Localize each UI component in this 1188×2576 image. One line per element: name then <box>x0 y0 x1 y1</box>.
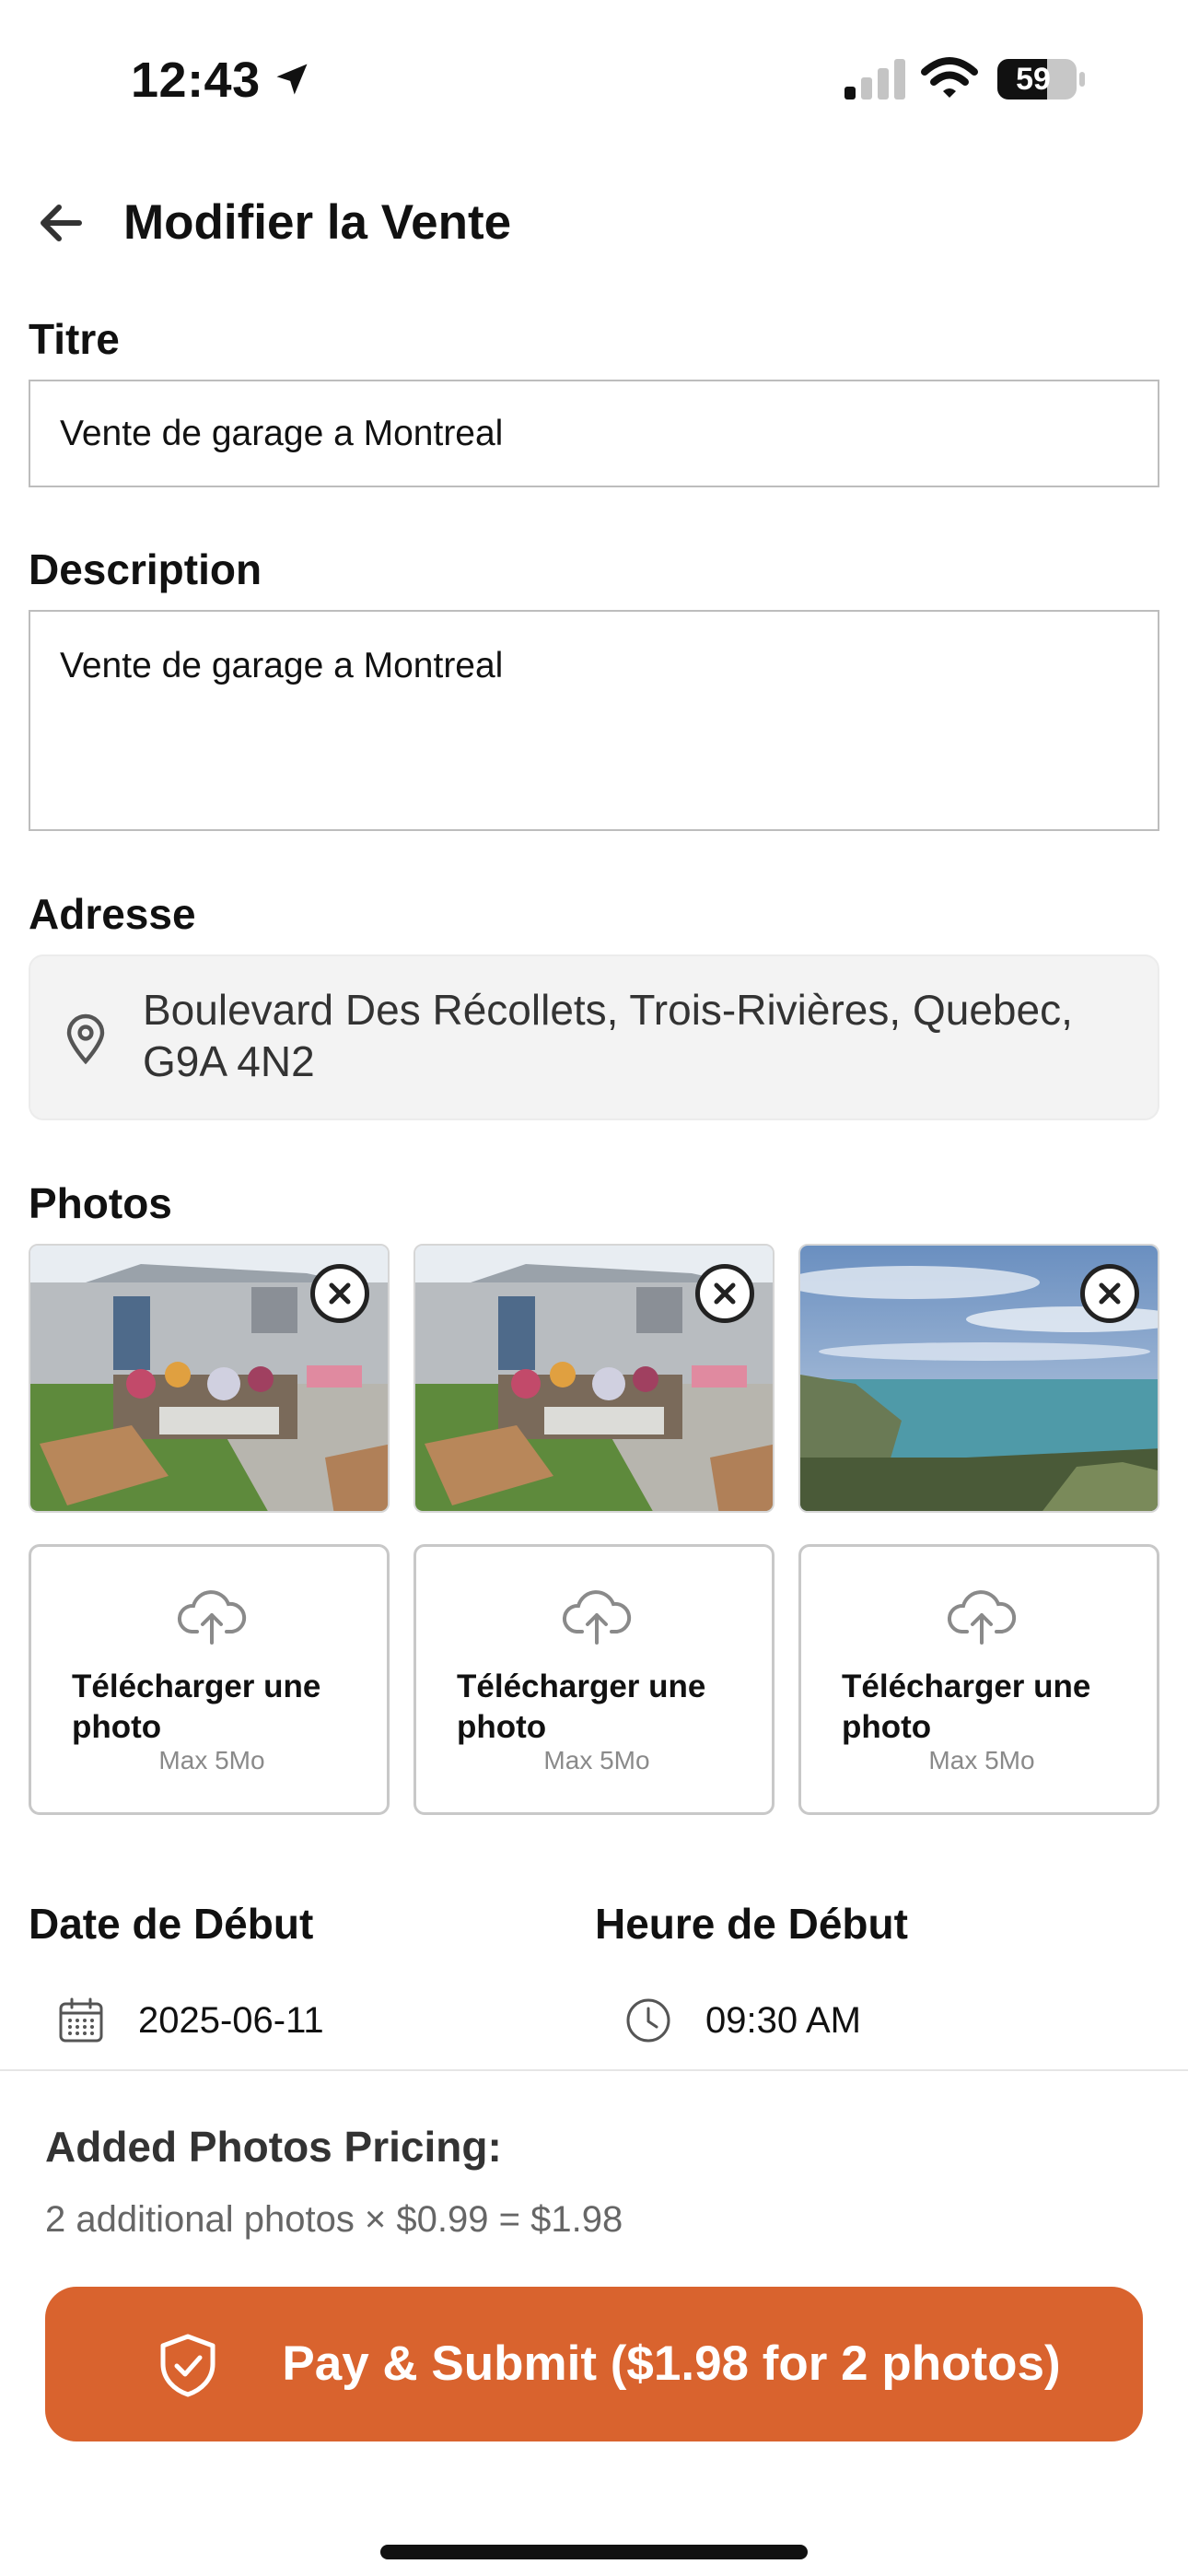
status-bar: 12:43 59 <box>0 0 1188 157</box>
description-textarea[interactable]: Vente de garage a Montreal <box>29 610 1159 831</box>
upload-max-size: Max 5Mo <box>928 1746 1035 1774</box>
title-input[interactable]: Vente de garage a Montreal <box>29 380 1159 487</box>
address-label: Adresse <box>29 890 196 938</box>
edit-sale-screen: 12:43 59 Modifier la Vente Titre Vente d… <box>0 0 1188 2576</box>
address-field[interactable]: Boulevard Des Récollets, Trois-Rivières,… <box>29 954 1159 1120</box>
pay-submit-button[interactable]: Pay & Submit ($1.98 for 2 photos) <box>45 2287 1143 2441</box>
close-icon <box>329 1282 351 1305</box>
close-icon <box>714 1282 736 1305</box>
remove-photo-button[interactable] <box>695 1264 754 1323</box>
pricing-detail: 2 additional photos × $0.99 = $1.98 <box>45 2199 623 2240</box>
home-indicator <box>380 2545 808 2559</box>
cloud-upload-icon <box>177 1590 247 1645</box>
map-pin-icon <box>66 1013 105 1065</box>
upload-max-size: Max 5Mo <box>158 1746 265 1774</box>
photos-label: Photos <box>29 1179 172 1227</box>
start-date-label: Date de Début <box>29 1900 314 1948</box>
shield-check-icon <box>160 2334 215 2397</box>
upload-photo-button[interactable]: Télécharger une photo Max 5Mo <box>29 1544 390 1815</box>
remove-photo-button[interactable] <box>310 1264 369 1323</box>
remove-photo-button[interactable] <box>1080 1264 1139 1323</box>
address-value: Boulevard Des Récollets, Trois-Rivières,… <box>143 986 1073 1085</box>
description-label: Description <box>29 545 262 593</box>
page-title: Modifier la Vente <box>123 195 512 250</box>
upload-label: Télécharger une photo <box>842 1669 1091 1745</box>
wifi-icon <box>921 57 978 98</box>
photo-thumbnail[interactable] <box>798 1244 1159 1513</box>
location-arrow-icon <box>276 64 308 95</box>
battery-level: 59 <box>1016 62 1051 97</box>
upload-photo-button[interactable]: Télécharger une photo Max 5Mo <box>413 1544 775 1815</box>
start-time-label: Heure de Début <box>595 1900 908 1948</box>
pricing-panel: Added Photos Pricing: 2 additional photo… <box>0 2069 1188 2576</box>
start-time-value[interactable]: 09:30 AM <box>705 1995 861 2046</box>
cellular-signal-icon <box>844 59 905 100</box>
pay-submit-label: Pay & Submit ($1.98 for 2 photos) <box>282 2336 1061 2391</box>
back-arrow-icon[interactable] <box>33 195 88 251</box>
clock-icon[interactable] <box>623 1995 674 2046</box>
status-time: 12:43 <box>131 53 261 108</box>
title-label: Titre <box>29 315 120 363</box>
pricing-title: Added Photos Pricing: <box>45 2123 502 2171</box>
upload-photo-button[interactable]: Télécharger une photo Max 5Mo <box>798 1544 1159 1815</box>
cloud-upload-icon <box>562 1590 632 1645</box>
calendar-icon[interactable] <box>55 1995 107 2046</box>
close-icon <box>1099 1282 1121 1305</box>
cloud-upload-icon <box>947 1590 1017 1645</box>
upload-label: Télécharger une photo <box>457 1669 706 1745</box>
photo-thumbnail[interactable] <box>29 1244 390 1513</box>
upload-label: Télécharger une photo <box>72 1669 321 1745</box>
start-date-value[interactable]: 2025-06-11 <box>138 1995 324 2046</box>
upload-max-size: Max 5Mo <box>543 1746 650 1774</box>
photo-thumbnail[interactable] <box>413 1244 775 1513</box>
